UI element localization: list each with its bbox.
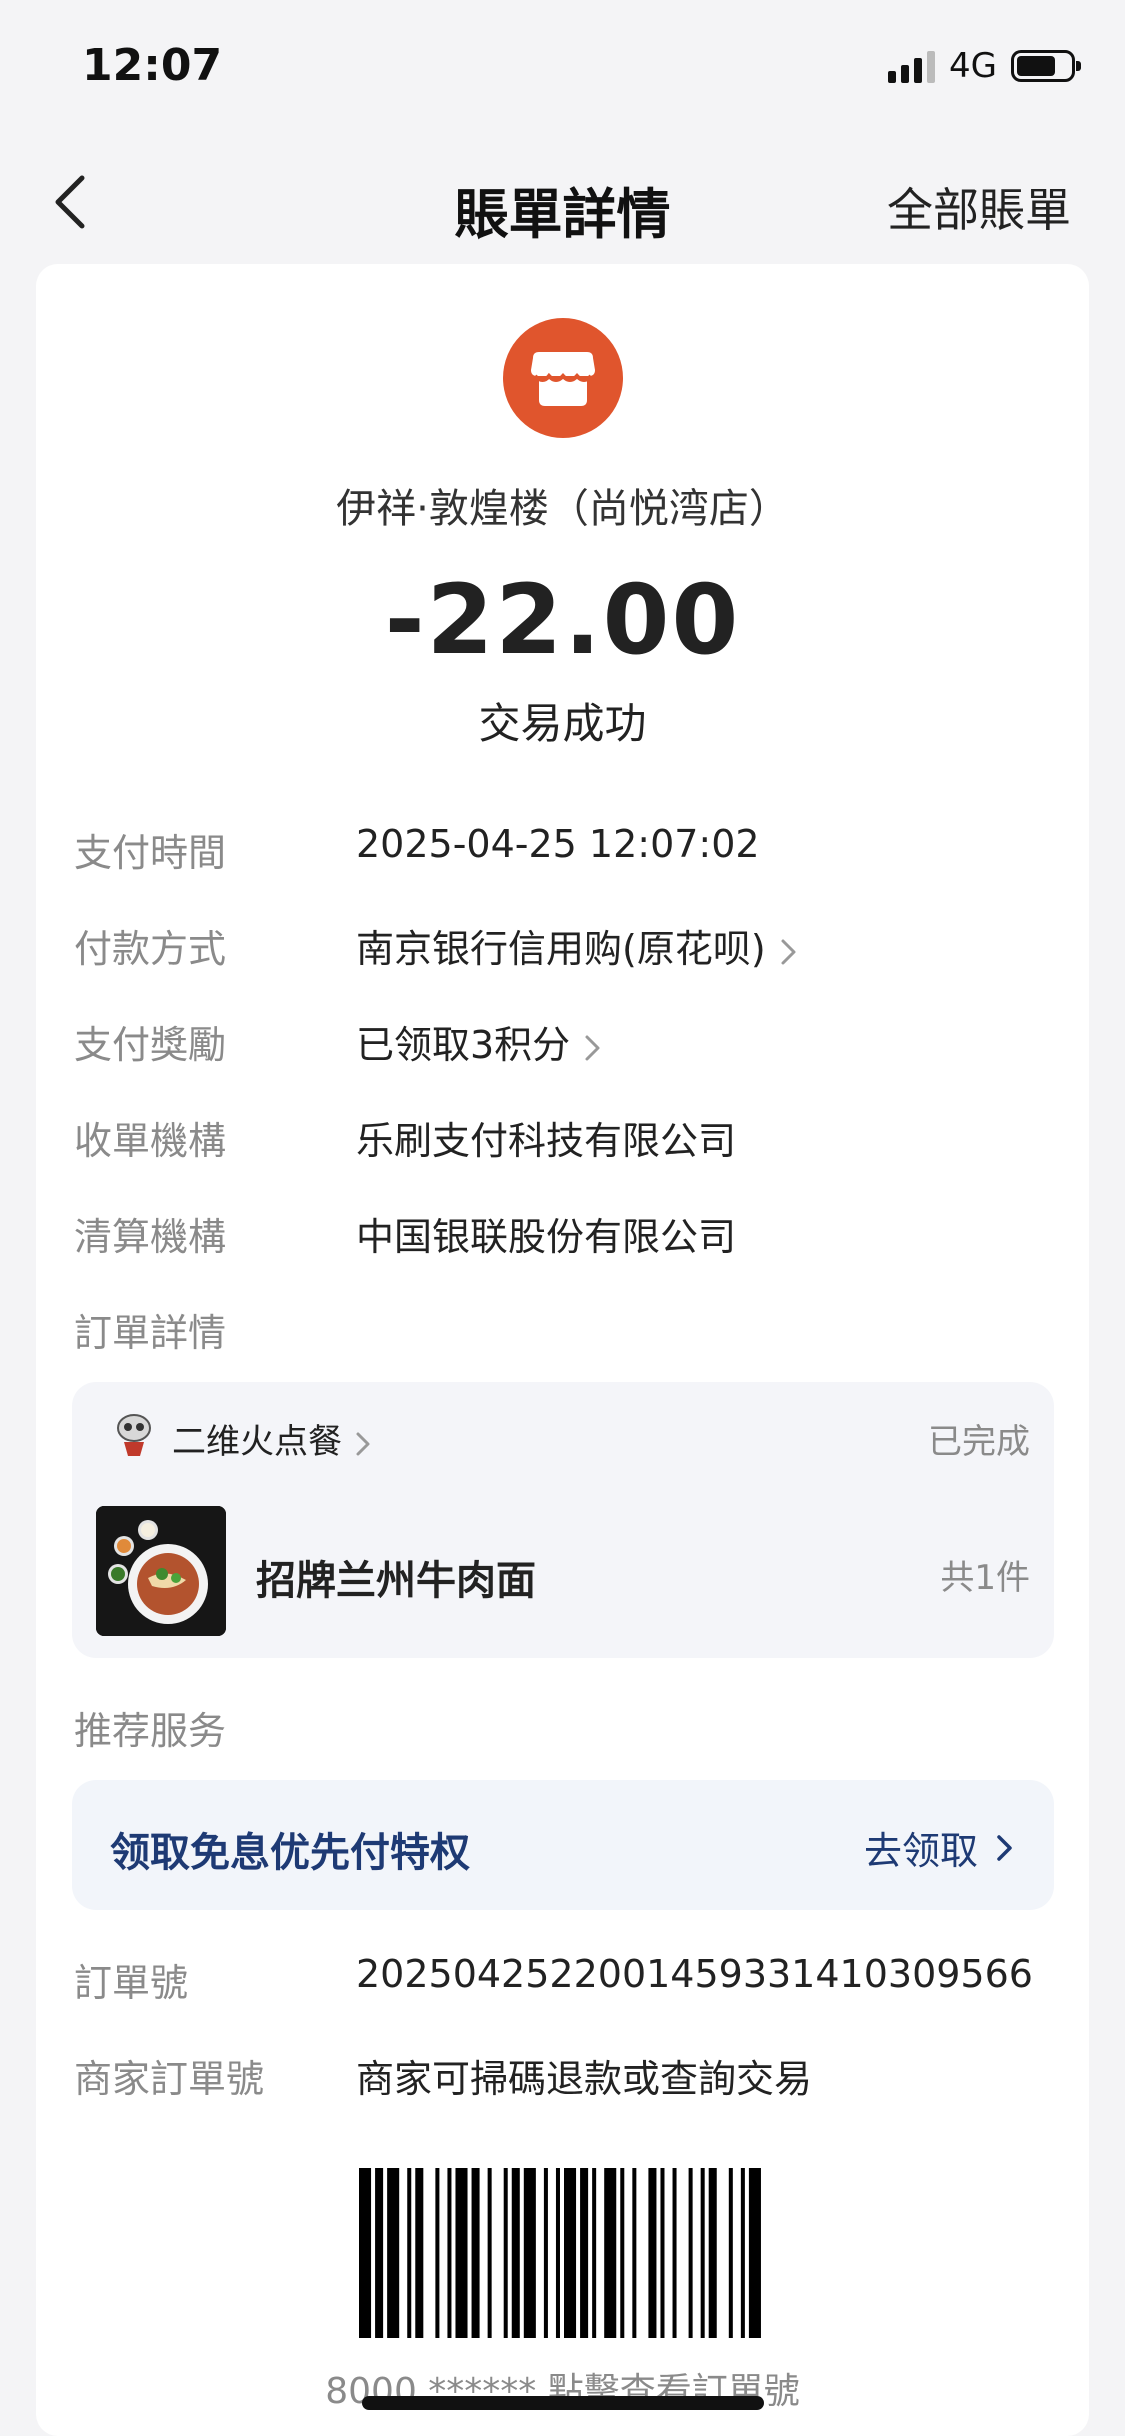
detail-row-order-number: 訂單號 2025042522001459331410309566: [74, 1952, 1064, 2012]
food-item-count: 共1件: [940, 1558, 1030, 1598]
battery-icon: [1011, 50, 1081, 82]
chevron-right-icon: [585, 1035, 600, 1060]
merchant-name: 伊祥·敦煌楼（尚悦湾店）: [336, 486, 789, 532]
order-card[interactable]: 二维火点餐 已完成 招牌兰州牛肉面 共1件: [72, 1382, 1054, 1658]
detail-value: 商家可掃碼退款或查詢交易: [356, 2057, 813, 2101]
chevron-right-icon: [997, 1834, 1012, 1861]
detail-value: 已领取3积分: [356, 1023, 571, 1067]
promo-banner[interactable]: 领取免息优先付特权 去领取: [72, 1780, 1054, 1910]
status-indicators: 4G: [888, 46, 1081, 86]
transaction-status: 交易成功: [478, 699, 647, 748]
detail-value: 中国银联股份有限公司: [356, 1215, 737, 1259]
detail-row-pay-time: 支付時間 2025-04-25 12:07:02: [74, 822, 1064, 882]
storefront-icon: [503, 318, 623, 438]
transaction-amount: -22.00: [384, 564, 741, 676]
detail-row-payment-method[interactable]: 付款方式 南京银行信用购(原花呗): [74, 918, 1064, 978]
home-indicator: [362, 2396, 764, 2410]
detail-row-reward[interactable]: 支付獎勵 已领取3积分: [74, 1014, 1064, 1074]
order-shop-name: 二维火点餐: [172, 1422, 342, 1462]
claim-label: 去领取: [863, 1829, 978, 1873]
status-bar: 12:07 4G: [0, 0, 1125, 140]
detail-row-acquirer: 收單機構 乐刷支付科技有限公司: [74, 1110, 1064, 1170]
shop-logo-icon: [117, 1414, 151, 1456]
nav-bar: 賬單詳情 全部賬單: [0, 140, 1125, 260]
detail-row-clearing: 清算機構 中国银联股份有限公司: [74, 1206, 1064, 1266]
detail-label: 收單機構: [74, 1119, 227, 1163]
detail-label: 付款方式: [74, 927, 227, 971]
recommend-section-label: 推荐服务: [74, 1709, 227, 1753]
detail-label: 支付時間: [74, 831, 227, 875]
food-thumbnail: [96, 1506, 226, 1636]
network-type: 4G: [949, 46, 997, 86]
detail-label: 訂單號: [74, 1961, 189, 2005]
detail-value: 乐刷支付科技有限公司: [356, 1119, 737, 1163]
all-bills-link[interactable]: 全部賬單: [887, 174, 1071, 240]
detail-label: 支付獎勵: [74, 1023, 227, 1067]
claim-button[interactable]: 去领取: [864, 1820, 1016, 1875]
detail-label: 商家訂單號: [74, 2057, 265, 2101]
detail-value: 南京银行信用购(原花呗): [356, 927, 766, 971]
status-time: 12:07: [82, 40, 223, 91]
detail-row-merchant-order: 商家訂單號 商家可掃碼退款或查詢交易: [74, 2048, 1064, 2108]
chevron-right-icon: [781, 939, 796, 964]
order-section-label: 訂單詳情: [74, 1311, 227, 1355]
detail-value: 2025-04-25 12:07:02: [356, 822, 760, 866]
food-item-name: 招牌兰州牛肉面: [256, 1558, 536, 1604]
detail-label: 清算機構: [74, 1215, 227, 1259]
chevron-right-icon: [356, 1432, 370, 1455]
bill-card: 伊祥·敦煌楼（尚悦湾店） -22.00 交易成功 支付時間 2025-04-25…: [36, 264, 1089, 2436]
promo-text: 领取免息优先付特权: [110, 1830, 470, 1876]
bill-detail-page: 12:07 4G 賬單詳情 全部賬單 伊祥·敦煌楼（尚悦湾店） -22.00 交…: [0, 0, 1125, 2436]
order-status: 已完成: [928, 1422, 1030, 1462]
barcode[interactable]: [359, 2168, 769, 2338]
detail-value: 2025042522001459331410309566: [356, 1952, 1033, 1996]
order-shop-link[interactable]: 二维火点餐: [172, 1414, 374, 1463]
signal-icon: [888, 49, 936, 83]
